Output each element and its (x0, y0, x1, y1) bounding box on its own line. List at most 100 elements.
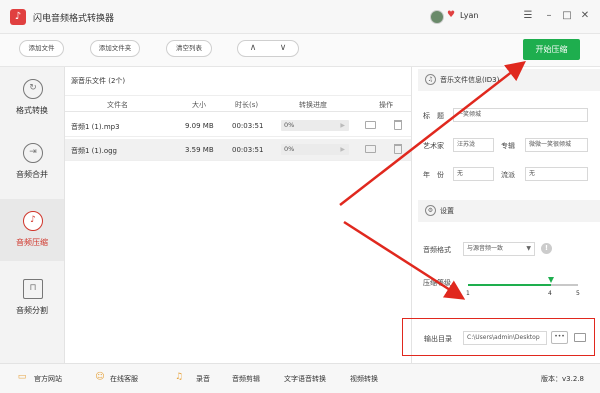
slider-handle[interactable] (547, 277, 554, 283)
album-label: 专辑 (501, 142, 515, 150)
vip-badge-icon: ♥ (447, 10, 456, 20)
slider-fill (468, 284, 551, 286)
menu-icon[interactable]: ☰ (522, 10, 534, 22)
file-list-title: 源音乐文件 (2个) (71, 77, 126, 85)
audio-edit-link[interactable]: 音频剪辑 (232, 374, 260, 384)
start-compress-button[interactable]: 开始压缩 (523, 39, 580, 60)
file-name: 音频1 (1).mp3 (71, 123, 120, 131)
sidebar-item-label: 音频分割 (16, 306, 48, 315)
refresh-icon: ↻ (23, 79, 43, 99)
format-label: 音频格式 (423, 246, 451, 254)
year-field[interactable]: 无 (453, 167, 494, 181)
artist-label: 艺术家 (423, 142, 444, 150)
official-website-link[interactable]: 官方网站 (34, 374, 62, 384)
sidebar-item-label: 音频合并 (16, 170, 48, 179)
add-file-button[interactable]: 添加文件 (19, 40, 64, 57)
delete-icon[interactable] (394, 120, 402, 130)
app-logo-icon: ♪ (10, 9, 26, 25)
add-folder-button[interactable]: 添加文件夹 (90, 40, 140, 57)
close-button[interactable]: ✕ (579, 10, 591, 22)
column-header-filename: 文件名 (107, 101, 128, 109)
compress-level-slider[interactable] (468, 277, 578, 286)
sidebar-item-format-convert[interactable]: ↻ 格式转换 (0, 67, 64, 129)
music-info-title: 音乐文件信息(ID3) (440, 76, 500, 84)
column-header-duration: 时长(s) (235, 101, 259, 109)
output-dir-label: 输出目录 (424, 335, 452, 343)
play-icon: ▶ (340, 122, 345, 129)
version-label: 版本：v3.2.8 (541, 375, 584, 383)
video-convert-link[interactable]: 视频转换 (350, 374, 378, 384)
browse-button[interactable]: ••• (551, 331, 568, 344)
file-size: 9.09 MB (185, 122, 214, 130)
year-label: 年 份 (423, 171, 444, 179)
record-link[interactable]: 录音 (196, 374, 210, 384)
table-header: 文件名 大小 时长(s) 转换进度 操作 (65, 95, 411, 112)
title-bar: ♪ 闪电音频格式转换器 ♥ Lyan ☰ – □ ✕ (0, 0, 600, 34)
move-down-button[interactable]: ∨ (268, 41, 298, 56)
slider-tick-value: 4 (548, 290, 552, 297)
column-header-size: 大小 (192, 101, 206, 109)
bottom-bar: ▭ 官方网站 ☺ 在线客服 ♫ 录音 音频剪辑 文字语音转换 视频转换 版本：v… (0, 363, 600, 393)
sidebar-item-audio-merge[interactable]: ⇥ 音频合并 (0, 131, 64, 193)
sidebar-item-label: 格式转换 (16, 106, 48, 115)
table-row[interactable]: 音频1 (1).ogg 3.59 MB 00:03:51 0% ▶ (65, 139, 411, 161)
delete-icon[interactable] (394, 144, 402, 154)
slider-tick-max: 5 (576, 290, 580, 297)
album-field[interactable]: 微微一笑很倾城 (525, 138, 588, 152)
chevron-down-icon: ▼ (526, 245, 531, 252)
table-row[interactable]: 音频1 (1).mp3 9.09 MB 00:03:51 0% ▶ (65, 115, 411, 137)
online-support-link[interactable]: 在线客服 (110, 374, 138, 384)
progress-text: 0% (284, 145, 295, 153)
sidebar: ↻ 格式转换 ⇥ 音频合并 ♪ 音频压缩 ⊓ 音频分割 (0, 67, 65, 363)
info-icon[interactable]: ! (541, 243, 552, 254)
maximize-button[interactable]: □ (561, 10, 573, 22)
format-select[interactable]: 与源音频一致 ▼ (463, 242, 535, 256)
move-up-button[interactable]: ∧ (238, 41, 268, 56)
format-select-value: 与源音频一致 (467, 245, 504, 252)
file-name: 音频1 (1).ogg (71, 147, 117, 155)
sidebar-item-audio-compress[interactable]: ♪ 音频压缩 (0, 199, 64, 261)
genre-label: 流派 (501, 171, 515, 179)
username[interactable]: Lyan (460, 11, 478, 20)
file-duration: 00:03:51 (232, 122, 264, 130)
merge-icon: ⇥ (23, 143, 43, 163)
sidebar-item-label: 音频压缩 (16, 238, 48, 247)
headset-icon: ☺ (95, 372, 105, 382)
compress-level-label: 压缩等级 (423, 279, 451, 287)
title-label: 标 题 (423, 112, 444, 120)
text-to-speech-link[interactable]: 文字语音转换 (284, 374, 326, 384)
open-output-folder-icon[interactable] (574, 333, 586, 342)
column-header-progress: 转换进度 (299, 101, 327, 109)
file-size: 3.59 MB (185, 146, 214, 154)
monitor-icon: ▭ (17, 372, 27, 382)
split-icon: ⊓ (23, 279, 43, 299)
music-note-icon: ♪ (23, 211, 43, 231)
music-info-header: ♫ 音乐文件信息(ID3) (418, 69, 600, 91)
settings-header: ⚙ 设置 (418, 200, 600, 222)
output-dir-field[interactable]: C:\Users\admin\Desktop (463, 331, 547, 345)
artist-field[interactable]: 汪苏泷 (453, 138, 494, 152)
open-folder-icon[interactable] (365, 145, 376, 153)
progress-bar: 0% ▶ (281, 144, 349, 155)
open-folder-icon[interactable] (365, 121, 376, 129)
settings-title: 设置 (440, 207, 454, 215)
music-info-icon: ♫ (425, 74, 436, 85)
avatar[interactable] (430, 10, 444, 24)
app-title: 闪电音频格式转换器 (33, 14, 115, 24)
play-icon: ▶ (340, 146, 345, 153)
genre-field[interactable]: 无 (525, 167, 588, 181)
title-field[interactable]: 一笑倾城 (453, 108, 588, 122)
clear-list-button[interactable]: 清空列表 (166, 40, 212, 57)
reorder-group: ∧ ∨ (237, 40, 299, 57)
toolbar: 添加文件 添加文件夹 清空列表 ∧ ∨ 开始压缩 (0, 34, 600, 67)
slider-tick-min: 1 (466, 290, 470, 297)
microphone-icon: ♫ (174, 372, 184, 382)
column-header-actions: 操作 (379, 101, 393, 109)
file-list: 源音乐文件 (2个) 文件名 大小 时长(s) 转换进度 操作 音频1 (1).… (65, 67, 411, 363)
sidebar-item-audio-split[interactable]: ⊓ 音频分割 (0, 267, 64, 329)
progress-bar: 0% ▶ (281, 120, 349, 131)
gear-icon: ⚙ (425, 205, 436, 216)
progress-text: 0% (284, 121, 295, 129)
file-duration: 00:03:51 (232, 146, 264, 154)
minimize-button[interactable]: – (543, 10, 555, 22)
